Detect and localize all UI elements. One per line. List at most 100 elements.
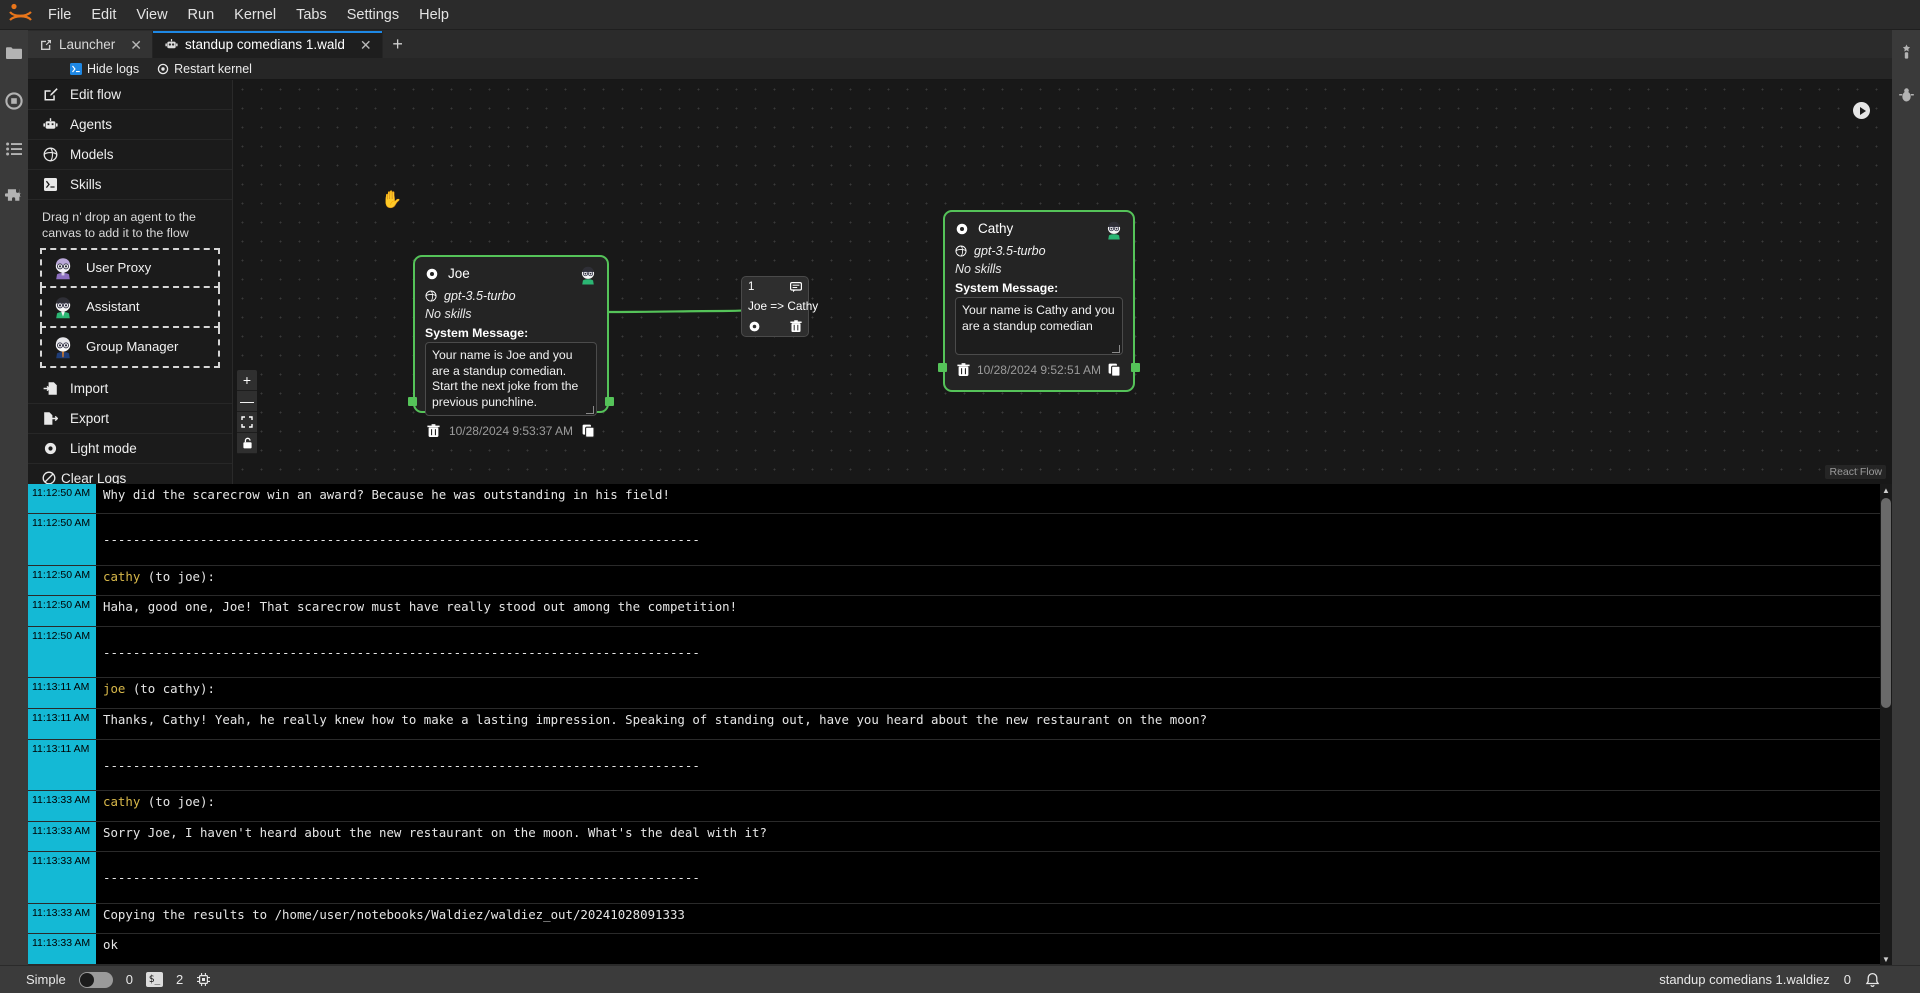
- sidebar-item-models[interactable]: Models: [28, 140, 232, 170]
- sidebar-item-label: Clear Logs: [61, 470, 127, 484]
- property-inspector-icon[interactable]: [1895, 40, 1917, 62]
- file-browser-icon[interactable]: [3, 42, 25, 64]
- tab-bar: Launcher ✕ standup comedians 1.wald ✕ +: [28, 30, 1892, 58]
- edge-label-joe-cathy[interactable]: 1 Joe => Cathy: [741, 276, 818, 337]
- agent-card-group-manager[interactable]: Group Manager: [40, 327, 220, 368]
- log-row: 11:13:11 AM ----------------------------…: [28, 739, 1892, 792]
- edge-row-bottom: [748, 320, 802, 333]
- tab-standup-comedians[interactable]: standup comedians 1.wald ✕: [153, 31, 383, 58]
- gear-icon[interactable]: [955, 222, 969, 236]
- resize-grip-icon[interactable]: [1112, 345, 1120, 353]
- sidebar-item-import[interactable]: Import: [28, 374, 232, 404]
- gear-icon[interactable]: [748, 320, 761, 333]
- notification-count: 0: [1843, 972, 1851, 987]
- menu-help[interactable]: Help: [409, 3, 459, 27]
- group-manager-avatar: [50, 334, 76, 360]
- no-entry-icon: [40, 470, 57, 484]
- node-handle-left[interactable]: [408, 397, 417, 406]
- menu-kernel[interactable]: Kernel: [224, 3, 286, 27]
- new-tab-button[interactable]: +: [382, 31, 413, 58]
- log-speaker: joe: [103, 681, 126, 697]
- logs-console[interactable]: 11:12:50 AM Why did the scarecrow win an …: [28, 484, 1892, 965]
- left-activity-rail: [0, 30, 28, 993]
- zoom-in-button[interactable]: +: [237, 370, 257, 391]
- menu-file[interactable]: File: [38, 3, 81, 27]
- zoom-out-button[interactable]: —: [237, 391, 257, 412]
- waldiez-panel: Hide logs Restart kernel Edit flow Agent…: [28, 58, 1892, 965]
- delete-icon[interactable]: [790, 320, 802, 333]
- node-system-message-label: System Message:: [425, 326, 529, 340]
- launcher-icon: [40, 39, 52, 51]
- gear-icon[interactable]: [425, 267, 439, 281]
- tab-close-icon[interactable]: ✕: [360, 38, 372, 52]
- simple-mode-toggle[interactable]: [78, 971, 113, 988]
- hide-logs-label: Hide logs: [87, 61, 140, 76]
- menu-tabs[interactable]: Tabs: [286, 3, 337, 27]
- log-row: 11:13:11 AM Thanks, Cathy! Yeah, he reall…: [28, 708, 1892, 740]
- tab-close-icon[interactable]: ✕: [130, 38, 142, 52]
- menu-settings[interactable]: Settings: [337, 3, 409, 27]
- system-message-value: Your name is Joe and you are a standup c…: [432, 348, 579, 409]
- bell-icon[interactable]: [1865, 972, 1880, 988]
- restart-kernel-button[interactable]: Restart kernel: [157, 62, 252, 76]
- right-activity-rail: [1892, 30, 1920, 993]
- tab-label: standup comedians 1.wald: [185, 37, 345, 52]
- log-timestamp: 11:13:33 AM: [28, 933, 96, 965]
- lock-toggle-button[interactable]: [237, 433, 257, 454]
- node-handle-right[interactable]: [605, 397, 614, 406]
- delete-icon[interactable]: [957, 363, 970, 377]
- log-message: ----------------------------------------…: [96, 513, 1892, 566]
- delete-icon[interactable]: [427, 424, 440, 438]
- chat-icon[interactable]: [790, 281, 802, 293]
- resize-grip-icon[interactable]: [586, 406, 594, 415]
- menu-view[interactable]: View: [126, 3, 177, 27]
- console-scrollbar[interactable]: ▲ ▼: [1880, 484, 1892, 965]
- agent-node-cathy[interactable]: Cathy gpt-3.5-turbo No skills System Mes…: [938, 210, 1140, 392]
- agent-card-assistant[interactable]: Assistant: [40, 287, 220, 328]
- agent-card-label: Group Manager: [86, 339, 179, 355]
- table-of-contents-icon[interactable]: [3, 138, 25, 160]
- node-system-message-text[interactable]: Your name is Cathy and you are a standup…: [955, 297, 1123, 355]
- run-flow-button[interactable]: [1853, 102, 1870, 119]
- sidebar-item-label: Light mode: [70, 440, 137, 456]
- running-kernels-icon[interactable]: [3, 90, 25, 112]
- copy-icon[interactable]: [1108, 363, 1121, 377]
- drag-drop-hint: Drag n' drop an agent to the canvas to a…: [42, 210, 196, 241]
- waldiez-toolbar: Hide logs Restart kernel: [28, 58, 1892, 80]
- node-handle-left[interactable]: [938, 363, 947, 372]
- log-timestamp: 11:12:50 AM: [28, 626, 96, 679]
- sidebar-item-agents[interactable]: Agents: [28, 110, 232, 140]
- fit-view-button[interactable]: [237, 412, 257, 433]
- node-timestamp: 10/28/2024 9:53:37 AM: [448, 424, 574, 439]
- node-handle-right[interactable]: [1131, 363, 1140, 372]
- terminal-chip-icon[interactable]: $_: [145, 972, 163, 987]
- scroll-up-arrow[interactable]: ▲: [1880, 484, 1892, 496]
- console-scroll-thumb[interactable]: [1881, 498, 1891, 708]
- sidebar-item-export[interactable]: Export: [28, 404, 232, 434]
- extension-manager-icon[interactable]: [3, 186, 25, 208]
- sidebar-item-label: Import: [70, 380, 109, 396]
- debugger-icon[interactable]: [1895, 84, 1917, 106]
- scroll-down-arrow[interactable]: ▼: [1880, 953, 1892, 965]
- hide-logs-button[interactable]: Hide logs: [70, 62, 139, 76]
- sidebar-item-light-mode[interactable]: Light mode: [28, 434, 232, 464]
- node-system-message-text[interactable]: Your name is Joe and you are a standup c…: [425, 342, 597, 417]
- sidebar-item-skills[interactable]: Skills: [28, 170, 232, 200]
- menu-run[interactable]: Run: [178, 3, 225, 27]
- menu-edit[interactable]: Edit: [81, 3, 126, 27]
- system-message-value: Your name is Cathy and you are a standup…: [962, 303, 1115, 333]
- flow-canvas[interactable]: ✋ Joe gpt-3.5-turbo No skills System Mes…: [233, 80, 1892, 484]
- copy-icon[interactable]: [582, 424, 595, 439]
- log-row: 11:12:50 AM cathy (to joe):: [28, 565, 1892, 597]
- sidebar-item-label: Export: [70, 410, 110, 426]
- model-icon: [955, 245, 967, 257]
- sidebar-item-edit-flow[interactable]: Edit flow: [28, 80, 232, 110]
- cpu-icon[interactable]: [196, 972, 211, 987]
- log-message: ----------------------------------------…: [96, 739, 1892, 792]
- log-timestamp: 11:13:11 AM: [28, 708, 96, 740]
- agent-card-user-proxy[interactable]: User Proxy: [40, 247, 220, 288]
- log-row: 11:12:50 AM ----------------------------…: [28, 626, 1892, 679]
- tab-launcher[interactable]: Launcher ✕: [28, 31, 154, 58]
- sidebar-item-clear-logs[interactable]: Clear Logs: [28, 464, 232, 484]
- agent-node-joe[interactable]: Joe gpt-3.5-turbo No skills System Messa…: [408, 255, 614, 438]
